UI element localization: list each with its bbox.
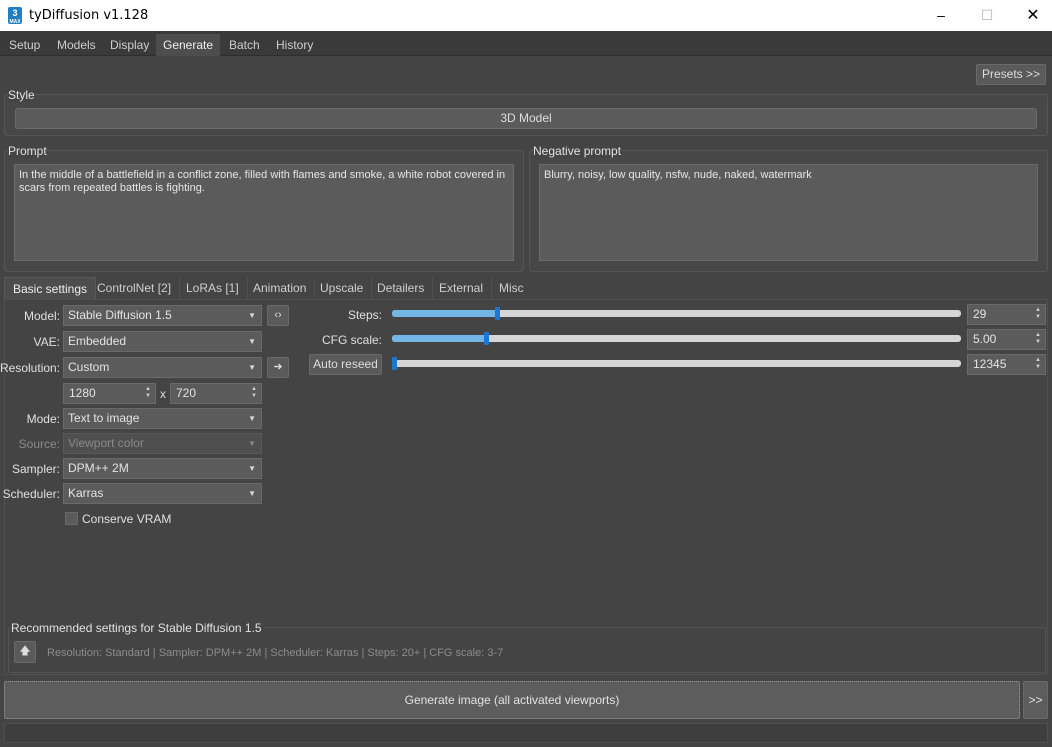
source-select: Viewport color ▼	[63, 433, 262, 454]
tab-basic-settings[interactable]: Basic settings	[4, 277, 97, 299]
steps-slider-handle[interactable]	[495, 307, 501, 320]
sampler-label: Sampler:	[11, 462, 60, 476]
cfg-scale-spinner[interactable]: 5.00 ▲ ▼	[967, 329, 1046, 350]
tab-detailers[interactable]: Detailers	[369, 277, 434, 299]
chevron-down-icon: ▼	[248, 489, 256, 498]
auto-reseed-button[interactable]: Auto reseed	[309, 354, 382, 375]
tab-history[interactable]: History	[269, 34, 320, 56]
resolution-separator: x	[160, 387, 166, 401]
resolution-label: Resolution:	[0, 361, 61, 375]
apply-recommended-button[interactable]: 🡅	[14, 641, 36, 663]
tab-external[interactable]: External	[431, 277, 493, 299]
conserve-vram-checkbox[interactable]	[65, 512, 78, 525]
cfg-scale-label: CFG scale:	[321, 333, 382, 347]
height-spinner[interactable]: 720 ▲ ▼	[170, 383, 262, 404]
spinner-arrows-icon: ▲ ▼	[1035, 307, 1041, 320]
maximize-icon[interactable]: ☐	[964, 0, 1010, 31]
mode-label: Mode:	[26, 412, 60, 426]
spinner-arrows-icon: ▲ ▼	[251, 386, 257, 399]
chevron-down-icon: ▼	[248, 311, 256, 320]
resolution-apply-button[interactable]: ➜	[267, 357, 289, 378]
model-options-button[interactable]: ‹›	[267, 305, 289, 326]
arrow-up-icon: 🡅	[19, 645, 31, 657]
model-select[interactable]: Stable Diffusion 1.5 ▼	[63, 305, 262, 326]
vae-select[interactable]: Embedded ▼	[63, 331, 262, 352]
model-label: Model:	[23, 309, 60, 323]
style-label: Style	[8, 88, 35, 102]
spinner-arrows-icon: ▲ ▼	[1035, 357, 1041, 370]
close-icon[interactable]: ✕	[1010, 0, 1052, 31]
scheduler-label: Scheduler:	[2, 487, 60, 501]
tab-upscale[interactable]: Upscale	[312, 277, 373, 299]
minimize-icon[interactable]: –	[918, 0, 964, 31]
tab-misc[interactable]: Misc	[491, 277, 532, 299]
chevron-down-icon: ▼	[248, 363, 256, 372]
spinner-arrows-icon: ▲ ▼	[145, 386, 151, 399]
prompt-input[interactable]: In the middle of a battlefield in a conf…	[14, 164, 514, 261]
refresh-icon: ‹›	[274, 309, 282, 321]
mode-select[interactable]: Text to image ▼	[63, 408, 262, 429]
width-spinner[interactable]: 1280 ▲ ▼	[63, 383, 156, 404]
tab-setup[interactable]: Setup	[2, 34, 47, 56]
seed-spinner[interactable]: 12345 ▲ ▼	[967, 354, 1046, 375]
negative-prompt-label: Negative prompt	[533, 144, 622, 158]
presets-button[interactable]: Presets >>	[976, 64, 1046, 85]
chevron-down-icon: ▼	[248, 439, 256, 448]
seed-slider[interactable]	[392, 357, 961, 370]
conserve-vram-label: Conserve VRAM	[82, 512, 172, 526]
steps-slider[interactable]	[392, 307, 961, 320]
generate-button[interactable]: Generate image (all activated viewports)	[4, 681, 1020, 719]
app-icon: 3 MAX	[8, 7, 22, 25]
status-bar	[4, 723, 1048, 743]
tab-models[interactable]: Models	[50, 34, 103, 56]
arrow-right-icon: ➜	[273, 361, 283, 373]
steps-label: Steps:	[347, 308, 382, 322]
style-button[interactable]: 3D Model	[15, 108, 1037, 129]
negative-prompt-input[interactable]: Blurry, noisy, low quality, nsfw, nude, …	[539, 164, 1038, 261]
sampler-select[interactable]: DPM++ 2M ▼	[63, 458, 262, 479]
resolution-select[interactable]: Custom ▼	[63, 357, 262, 378]
steps-spinner[interactable]: 29 ▲ ▼	[967, 304, 1046, 325]
recommended-text: Resolution: Standard | Sampler: DPM++ 2M…	[47, 647, 504, 659]
scheduler-select[interactable]: Karras ▼	[63, 483, 262, 504]
generate-options-button[interactable]: >>	[1023, 681, 1048, 719]
tab-generate[interactable]: Generate	[156, 34, 221, 56]
tab-loras[interactable]: LoRAs [1]	[178, 277, 248, 299]
chevron-down-icon: ▼	[248, 464, 256, 473]
chevron-down-icon: ▼	[248, 414, 256, 423]
tab-animation[interactable]: Animation	[245, 277, 316, 299]
tab-display[interactable]: Display	[103, 34, 156, 56]
prompt-label: Prompt	[8, 144, 47, 158]
vae-label: VAE:	[33, 335, 60, 349]
tab-batch[interactable]: Batch	[222, 34, 267, 56]
cfg-scale-slider-handle[interactable]	[484, 332, 490, 345]
seed-slider-handle[interactable]	[392, 357, 397, 370]
title-bar	[0, 0, 1052, 31]
source-label: Source:	[18, 437, 60, 451]
cfg-scale-slider[interactable]	[392, 332, 961, 345]
tab-controlnet[interactable]: ControlNet [2]	[89, 277, 181, 299]
recommended-label: Recommended settings for Stable Diffusio…	[11, 621, 264, 635]
spinner-arrows-icon: ▲ ▼	[1035, 332, 1041, 345]
chevron-down-icon: ▼	[248, 337, 256, 346]
window-title: tyDiffusion v1.128	[29, 8, 149, 23]
